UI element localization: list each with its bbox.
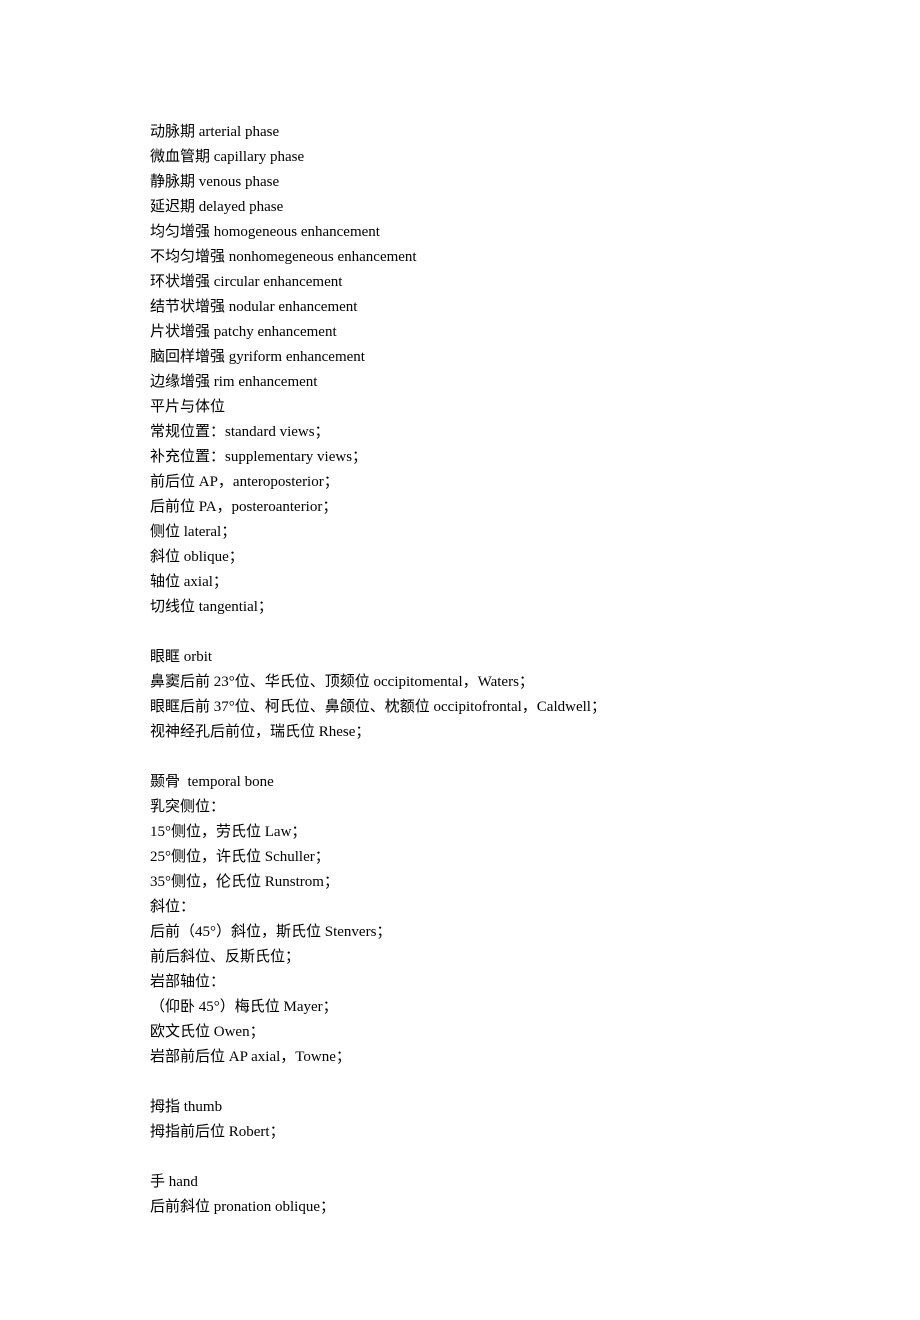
text-line: 后前（45°）斜位，斯氏位 Stenvers； (150, 920, 770, 945)
text-line: 片状增强 patchy enhancement (150, 320, 770, 345)
text-line: 侧位 lateral； (150, 520, 770, 545)
text-line: 均匀增强 homogeneous enhancement (150, 220, 770, 245)
text-line: 常规位置：standard views； (150, 420, 770, 445)
text-line: 动脉期 arterial phase (150, 120, 770, 145)
blank-line (150, 745, 770, 770)
text-line: 后前位 PA，posteroanterior； (150, 495, 770, 520)
text-line: 手 hand (150, 1170, 770, 1195)
section-orbit: 眼眶 orbit 鼻窦后前 23°位、华氏位、顶颏位 occipitomenta… (150, 645, 770, 745)
text-line: 视神经孔后前位，瑞氏位 Rhese； (150, 720, 770, 745)
text-line: 岩部轴位： (150, 970, 770, 995)
text-line: 不均匀增强 nonhomegeneous enhancement (150, 245, 770, 270)
section-thumb: 拇指 thumb 拇指前后位 Robert； (150, 1095, 770, 1145)
text-line: 15°侧位，劳氏位 Law； (150, 820, 770, 845)
text-line: 结节状增强 nodular enhancement (150, 295, 770, 320)
text-line: 环状增强 circular enhancement (150, 270, 770, 295)
section-enhancement-phases: 动脉期 arterial phase 微血管期 capillary phase … (150, 120, 770, 620)
blank-line (150, 620, 770, 645)
text-line: 切线位 tangential； (150, 595, 770, 620)
text-line: （仰卧 45°）梅氏位 Mayer； (150, 995, 770, 1020)
section-hand: 手 hand 后前斜位 pronation oblique； (150, 1170, 770, 1220)
text-line: 颞骨 temporal bone (150, 770, 770, 795)
text-line: 乳突侧位： (150, 795, 770, 820)
text-line: 延迟期 delayed phase (150, 195, 770, 220)
blank-line (150, 1145, 770, 1170)
section-temporal-bone: 颞骨 temporal bone 乳突侧位： 15°侧位，劳氏位 Law； 25… (150, 770, 770, 1070)
text-line: 35°侧位，伦氏位 Runstrom； (150, 870, 770, 895)
text-line: 平片与体位 (150, 395, 770, 420)
text-line: 拇指前后位 Robert； (150, 1120, 770, 1145)
text-line: 轴位 axial； (150, 570, 770, 595)
text-line: 前后位 AP，anteroposterior； (150, 470, 770, 495)
text-line: 静脉期 venous phase (150, 170, 770, 195)
blank-line (150, 1070, 770, 1095)
text-line: 补充位置：supplementary views； (150, 445, 770, 470)
text-line: 欧文氏位 Owen； (150, 1020, 770, 1045)
document-page: 动脉期 arterial phase 微血管期 capillary phase … (0, 0, 920, 1320)
text-line: 脑回样增强 gyriform enhancement (150, 345, 770, 370)
text-line: 25°侧位，许氏位 Schuller； (150, 845, 770, 870)
text-line: 眼眶 orbit (150, 645, 770, 670)
text-line: 前后斜位、反斯氏位； (150, 945, 770, 970)
text-line: 斜位： (150, 895, 770, 920)
text-line: 眼眶后前 37°位、柯氏位、鼻颌位、枕额位 occipitofrontal，Ca… (150, 695, 770, 720)
text-line: 后前斜位 pronation oblique； (150, 1195, 770, 1220)
text-line: 斜位 oblique； (150, 545, 770, 570)
text-line: 微血管期 capillary phase (150, 145, 770, 170)
text-line: 边缘增强 rim enhancement (150, 370, 770, 395)
text-line: 拇指 thumb (150, 1095, 770, 1120)
text-line: 鼻窦后前 23°位、华氏位、顶颏位 occipitomental，Waters； (150, 670, 770, 695)
text-line: 岩部前后位 AP axial，Towne； (150, 1045, 770, 1070)
